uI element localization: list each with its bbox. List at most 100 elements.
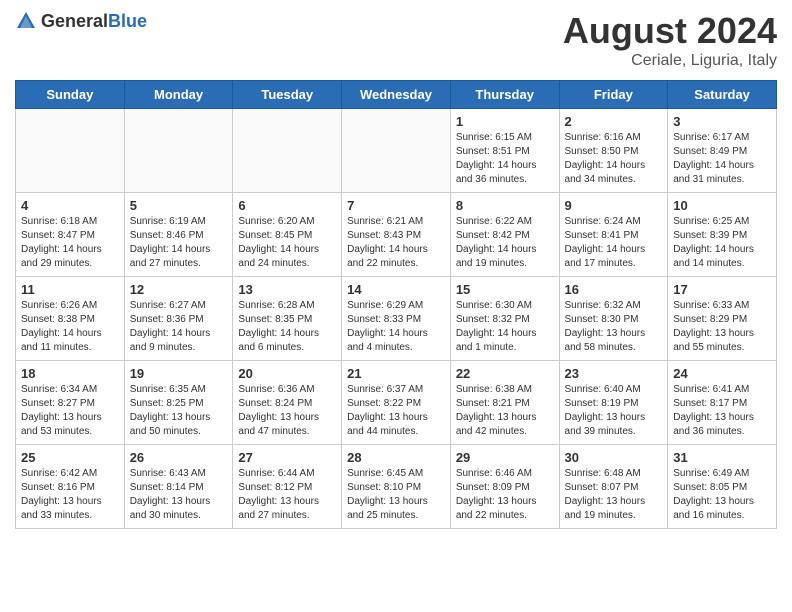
day-info: Sunrise: 6:40 AM Sunset: 8:19 PM Dayligh… <box>565 383 663 439</box>
col-thursday: Thursday <box>450 81 559 109</box>
calendar-cell: 31Sunrise: 6:49 AM Sunset: 8:05 PM Dayli… <box>668 445 777 529</box>
day-info: Sunrise: 6:24 AM Sunset: 8:41 PM Dayligh… <box>565 215 663 271</box>
col-friday: Friday <box>559 81 668 109</box>
col-saturday: Saturday <box>668 81 777 109</box>
day-info: Sunrise: 6:15 AM Sunset: 8:51 PM Dayligh… <box>456 131 554 187</box>
day-number: 19 <box>130 366 228 381</box>
day-number: 1 <box>456 114 554 129</box>
day-info: Sunrise: 6:18 AM Sunset: 8:47 PM Dayligh… <box>21 215 119 271</box>
day-info: Sunrise: 6:25 AM Sunset: 8:39 PM Dayligh… <box>673 215 771 271</box>
day-info: Sunrise: 6:33 AM Sunset: 8:29 PM Dayligh… <box>673 299 771 355</box>
day-info: Sunrise: 6:22 AM Sunset: 8:42 PM Dayligh… <box>456 215 554 271</box>
calendar-cell: 27 Sunrise: 6:44 AM Sunset: 8:12 PM Dayli… <box>233 445 342 529</box>
day-number: 5 <box>130 198 228 213</box>
calendar-week-1: 1 Sunrise: 6:15 AM Sunset: 8:51 PM Daylig… <box>16 109 777 193</box>
main-title: August 2024 <box>563 10 777 52</box>
day-info: Sunrise: 6:30 AM Sunset: 8:32 PM Dayligh… <box>456 299 554 355</box>
logo: GeneralBlue <box>15 10 147 32</box>
day-number: 14 <box>347 282 445 297</box>
calendar-week-2: 4 Sunrise: 6:18 AM Sunset: 8:47 PM Daylig… <box>16 193 777 277</box>
calendar-cell: 30 Sunrise: 6:48 AM Sunset: 8:07 PM Dayli… <box>559 445 668 529</box>
col-monday: Monday <box>124 81 233 109</box>
col-tuesday: Tuesday <box>233 81 342 109</box>
calendar-cell: 21 Sunrise: 6:37 AM Sunset: 8:22 PM Dayli… <box>342 361 451 445</box>
calendar-cell: 6Sunrise: 6:20 AM Sunset: 8:45 PM Daylig… <box>233 193 342 277</box>
day-number: 8 <box>456 198 554 213</box>
day-info: Sunrise: 6:45 AM Sunset: 8:10 PM Dayligh… <box>347 467 445 523</box>
day-number: 30 <box>565 450 663 465</box>
day-number: 22 <box>456 366 554 381</box>
day-number: 7 <box>347 198 445 213</box>
day-number: 31 <box>673 450 771 465</box>
day-number: 26 <box>130 450 228 465</box>
day-info: Sunrise: 6:44 AM Sunset: 8:12 PM Dayligh… <box>238 467 336 523</box>
day-info: Sunrise: 6:46 AM Sunset: 8:09 PM Dayligh… <box>456 467 554 523</box>
calendar-cell: 13Sunrise: 6:28 AM Sunset: 8:35 PM Dayli… <box>233 277 342 361</box>
header-row: Sunday Monday Tuesday Wednesday Thursday… <box>16 81 777 109</box>
day-info: Sunrise: 6:38 AM Sunset: 8:21 PM Dayligh… <box>456 383 554 439</box>
col-wednesday: Wednesday <box>342 81 451 109</box>
day-info: Sunrise: 6:29 AM Sunset: 8:33 PM Dayligh… <box>347 299 445 355</box>
day-number: 23 <box>565 366 663 381</box>
calendar-cell: 12 Sunrise: 6:27 AM Sunset: 8:36 PM Dayli… <box>124 277 233 361</box>
day-number: 27 <box>238 450 336 465</box>
day-number: 29 <box>456 450 554 465</box>
calendar-cell: 10Sunrise: 6:25 AM Sunset: 8:39 PM Dayli… <box>668 193 777 277</box>
calendar-cell: 2Sunrise: 6:16 AM Sunset: 8:50 PM Daylig… <box>559 109 668 193</box>
day-number: 12 <box>130 282 228 297</box>
day-number: 11 <box>21 282 119 297</box>
day-info: Sunrise: 6:48 AM Sunset: 8:07 PM Dayligh… <box>565 467 663 523</box>
day-info: Sunrise: 6:36 AM Sunset: 8:24 PM Dayligh… <box>238 383 336 439</box>
day-number: 9 <box>565 198 663 213</box>
day-info: Sunrise: 6:20 AM Sunset: 8:45 PM Dayligh… <box>238 215 336 271</box>
day-number: 21 <box>347 366 445 381</box>
calendar-cell: 15Sunrise: 6:30 AM Sunset: 8:32 PM Dayli… <box>450 277 559 361</box>
logo-general: General <box>41 11 108 31</box>
calendar-cell: 28Sunrise: 6:45 AM Sunset: 8:10 PM Dayli… <box>342 445 451 529</box>
calendar-week-3: 11 Sunrise: 6:26 AM Sunset: 8:38 PM Dayli… <box>16 277 777 361</box>
day-info: Sunrise: 6:37 AM Sunset: 8:22 PM Dayligh… <box>347 383 445 439</box>
calendar-cell: 26 Sunrise: 6:43 AM Sunset: 8:14 PM Dayli… <box>124 445 233 529</box>
page-header: GeneralBlue August 2024 Ceriale, Liguria… <box>15 10 777 70</box>
logo-icon <box>15 10 37 32</box>
calendar-cell: 11 Sunrise: 6:26 AM Sunset: 8:38 PM Dayli… <box>16 277 125 361</box>
day-info: Sunrise: 6:17 AM Sunset: 8:49 PM Dayligh… <box>673 131 771 187</box>
calendar-cell: 29 Sunrise: 6:46 AM Sunset: 8:09 PM Dayli… <box>450 445 559 529</box>
logo-text: GeneralBlue <box>41 11 147 32</box>
col-sunday: Sunday <box>16 81 125 109</box>
calendar-cell: 24 Sunrise: 6:41 AM Sunset: 8:17 PM Dayli… <box>668 361 777 445</box>
calendar-cell <box>342 109 451 193</box>
calendar-cell: 25Sunrise: 6:42 AM Sunset: 8:16 PM Dayli… <box>16 445 125 529</box>
day-number: 16 <box>565 282 663 297</box>
calendar-cell: 20 Sunrise: 6:36 AM Sunset: 8:24 PM Dayli… <box>233 361 342 445</box>
calendar-week-5: 25Sunrise: 6:42 AM Sunset: 8:16 PM Dayli… <box>16 445 777 529</box>
calendar-cell: 17Sunrise: 6:33 AM Sunset: 8:29 PM Dayli… <box>668 277 777 361</box>
day-info: Sunrise: 6:43 AM Sunset: 8:14 PM Dayligh… <box>130 467 228 523</box>
calendar-cell <box>124 109 233 193</box>
day-info: Sunrise: 6:19 AM Sunset: 8:46 PM Dayligh… <box>130 215 228 271</box>
calendar-cell: 8 Sunrise: 6:22 AM Sunset: 8:42 PM Daylig… <box>450 193 559 277</box>
day-number: 13 <box>238 282 336 297</box>
calendar-cell <box>233 109 342 193</box>
day-info: Sunrise: 6:32 AM Sunset: 8:30 PM Dayligh… <box>565 299 663 355</box>
calendar-cell: 7Sunrise: 6:21 AM Sunset: 8:43 PM Daylig… <box>342 193 451 277</box>
day-number: 20 <box>238 366 336 381</box>
day-number: 4 <box>21 198 119 213</box>
logo-blue: Blue <box>108 11 147 31</box>
calendar-cell: 23 Sunrise: 6:40 AM Sunset: 8:19 PM Dayli… <box>559 361 668 445</box>
calendar-week-4: 18Sunrise: 6:34 AM Sunset: 8:27 PM Dayli… <box>16 361 777 445</box>
calendar-cell: 9 Sunrise: 6:24 AM Sunset: 8:41 PM Daylig… <box>559 193 668 277</box>
day-info: Sunrise: 6:27 AM Sunset: 8:36 PM Dayligh… <box>130 299 228 355</box>
day-info: Sunrise: 6:26 AM Sunset: 8:38 PM Dayligh… <box>21 299 119 355</box>
calendar-cell: 4 Sunrise: 6:18 AM Sunset: 8:47 PM Daylig… <box>16 193 125 277</box>
calendar-body: 1 Sunrise: 6:15 AM Sunset: 8:51 PM Daylig… <box>16 109 777 529</box>
day-info: Sunrise: 6:41 AM Sunset: 8:17 PM Dayligh… <box>673 383 771 439</box>
calendar-cell: 3 Sunrise: 6:17 AM Sunset: 8:49 PM Daylig… <box>668 109 777 193</box>
calendar-cell: 22 Sunrise: 6:38 AM Sunset: 8:21 PM Dayli… <box>450 361 559 445</box>
calendar-table: Sunday Monday Tuesday Wednesday Thursday… <box>15 80 777 529</box>
calendar-cell: 19Sunrise: 6:35 AM Sunset: 8:25 PM Dayli… <box>124 361 233 445</box>
calendar-cell <box>16 109 125 193</box>
day-number: 24 <box>673 366 771 381</box>
location-subtitle: Ceriale, Liguria, Italy <box>563 52 777 70</box>
day-number: 3 <box>673 114 771 129</box>
